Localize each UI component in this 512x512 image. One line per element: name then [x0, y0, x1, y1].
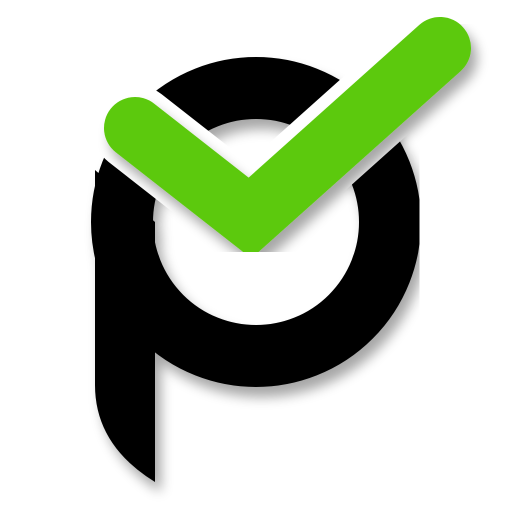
app-logo [91, 17, 471, 482]
logo-canvas [0, 0, 512, 512]
